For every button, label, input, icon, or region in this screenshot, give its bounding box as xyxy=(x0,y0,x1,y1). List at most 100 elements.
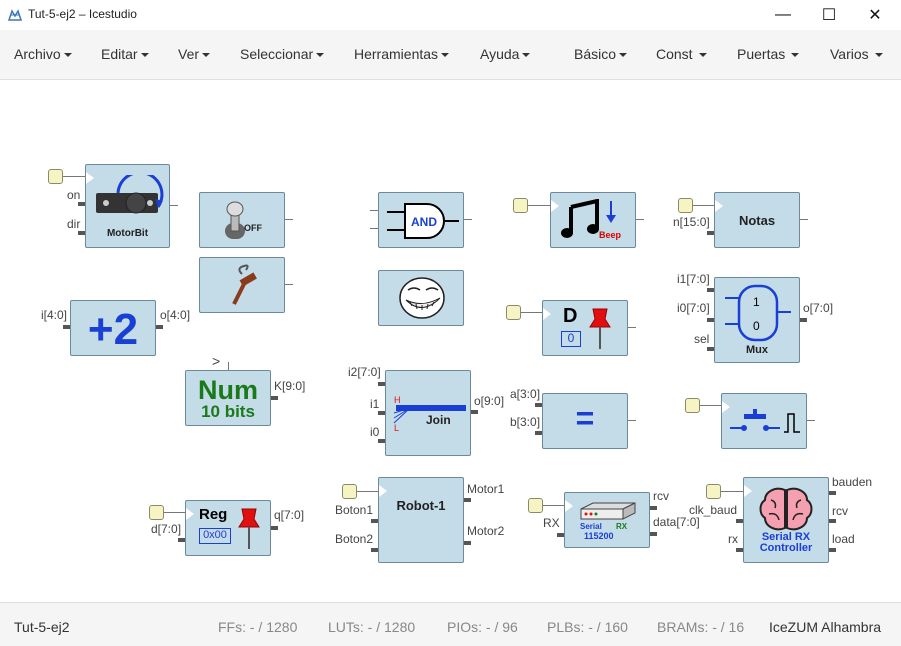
port-label: Boton2 xyxy=(335,532,374,546)
menu-const[interactable]: Const xyxy=(656,46,707,62)
dflipflop-block[interactable]: D 0 xyxy=(542,300,628,356)
block-title: Join xyxy=(426,413,451,427)
plbs-usage: PLBs: - / 160 xyxy=(547,619,628,635)
port-label: i2[7:0] xyxy=(348,365,381,379)
init-value: 0x00 xyxy=(199,528,231,544)
ffs-usage: FFs: - / 1280 xyxy=(218,619,298,635)
caret-down-icon xyxy=(874,53,883,58)
input-toggle[interactable] xyxy=(528,498,543,513)
port-label: i1[7:0] xyxy=(677,272,710,286)
svg-text:AND: AND xyxy=(411,215,437,229)
svg-text:H: H xyxy=(394,395,401,405)
mux-block[interactable]: 1 0 Mux xyxy=(714,277,800,363)
pin-icon xyxy=(238,508,260,549)
menu-puertas[interactable]: Puertas xyxy=(737,46,800,62)
close-button[interactable]: ✕ xyxy=(852,0,898,30)
join-block[interactable]: H L Join xyxy=(385,370,471,456)
menu-seleccionar[interactable]: Seleccionar xyxy=(240,46,325,62)
menu-varios[interactable]: Varios xyxy=(830,46,883,62)
port-label: Motor1 xyxy=(467,482,505,496)
caret-down-icon xyxy=(140,53,149,58)
robot-block[interactable]: Robot-1 xyxy=(378,477,464,563)
svg-text:0: 0 xyxy=(753,319,760,333)
block-title: D xyxy=(563,305,578,327)
port-label: dir xyxy=(67,217,81,231)
luts-usage: LUTs: - / 1280 xyxy=(328,619,416,635)
svg-text:1: 1 xyxy=(753,295,760,309)
input-toggle[interactable] xyxy=(48,169,63,184)
close-icon: ✕ xyxy=(868,7,882,24)
port-label: rcv xyxy=(832,504,848,518)
port-label: K[9:0] xyxy=(274,379,306,393)
toggle-switch-icon xyxy=(225,201,245,239)
maximize-button[interactable]: ☐ xyxy=(806,0,852,30)
port-label: o[4:0] xyxy=(160,308,191,322)
port-label: Boton1 xyxy=(335,503,374,517)
pios-usage: PIOs: - / 96 xyxy=(447,619,518,635)
brain-icon xyxy=(759,487,813,531)
block-title: Mux xyxy=(746,344,768,356)
window-title: Tut-5-ej2 – Icestudio xyxy=(28,7,137,21)
port-label: d[7:0] xyxy=(151,522,182,536)
equal-block[interactable]: = xyxy=(542,393,628,449)
port-label: q[7:0] xyxy=(274,508,305,522)
input-toggle[interactable] xyxy=(149,505,164,520)
block-title: MotorBit xyxy=(106,228,149,239)
baud-label: 115200 xyxy=(584,531,614,541)
minimize-button[interactable]: — xyxy=(760,0,806,30)
motorbit-block[interactable]: MotorBit xyxy=(85,164,170,248)
hammer-block[interactable] xyxy=(199,257,285,313)
menu-archivo[interactable]: Archivo xyxy=(14,46,72,62)
menu-editar[interactable]: Editar xyxy=(101,46,149,62)
port-label: i1 xyxy=(370,397,380,411)
menu-herramientas[interactable]: Herramientas xyxy=(354,46,450,62)
menu-ayuda[interactable]: Ayuda xyxy=(480,46,531,62)
title-bar: Tut-5-ej2 – Icestudio — ☐ ✕ xyxy=(0,0,901,30)
pulse-button-block[interactable] xyxy=(721,393,807,449)
port-label: a[3:0] xyxy=(510,387,541,401)
port-label: rcv xyxy=(653,489,669,503)
caret-down-icon xyxy=(202,53,211,58)
port-label: i0[7:0] xyxy=(677,301,710,315)
input-toggle[interactable] xyxy=(506,305,521,320)
port-label: RX xyxy=(543,516,560,530)
port-label: n[15:0] xyxy=(673,215,710,229)
input-toggle[interactable] xyxy=(342,484,357,499)
caret-down-icon xyxy=(63,53,72,58)
port-label: load xyxy=(832,532,855,546)
input-toggle[interactable] xyxy=(685,398,700,413)
trollface-block[interactable] xyxy=(378,270,464,326)
beep-block[interactable]: Beep xyxy=(550,192,636,248)
register-block[interactable]: Reg 0x00 xyxy=(185,500,271,556)
caret-down-icon xyxy=(441,53,450,58)
switch-state-label: OFF xyxy=(244,223,262,233)
push-button-icon xyxy=(730,409,800,433)
notas-block[interactable]: Notas xyxy=(714,192,800,248)
num-block[interactable]: Num 10 bits xyxy=(185,370,271,426)
port-label: sel xyxy=(694,332,710,346)
icestudio-logo-icon xyxy=(7,9,23,21)
status-bar: Tut-5-ej2 FFs: - / 1280 LUTs: - / 1280 P… xyxy=(0,602,901,646)
input-toggle[interactable] xyxy=(706,484,721,499)
plus2-block[interactable]: +2 xyxy=(70,300,156,356)
input-toggle[interactable] xyxy=(678,198,693,213)
switch-block[interactable]: OFF xyxy=(199,192,285,248)
and-gate-block[interactable]: AND xyxy=(378,192,464,248)
board-name[interactable]: IceZUM Alhambra xyxy=(769,619,881,635)
brams-usage: BRAMs: - / 16 xyxy=(657,619,745,635)
input-toggle[interactable] xyxy=(513,198,528,213)
port-label: data[7:0] xyxy=(653,515,700,529)
minimize-icon: — xyxy=(775,6,791,23)
arrow-down-icon xyxy=(606,201,616,223)
serial-controller-block[interactable]: Serial RX Controller xyxy=(743,477,829,563)
svg-text:L: L xyxy=(394,423,399,433)
port-label: o[7:0] xyxy=(803,301,834,315)
design-canvas[interactable]: on dir MotorBit OFF AND Beep n[15:0] Not… xyxy=(0,80,901,602)
caret-down-icon xyxy=(316,53,325,58)
menu-basico[interactable]: Básico xyxy=(574,46,628,62)
serial-block[interactable]: Serial RX 115200 xyxy=(564,492,650,548)
port-label: Motor2 xyxy=(467,524,505,538)
port-label: clk_baud xyxy=(689,503,738,517)
port-label: b[3:0] xyxy=(510,415,541,429)
menu-ver[interactable]: Ver xyxy=(178,46,211,62)
